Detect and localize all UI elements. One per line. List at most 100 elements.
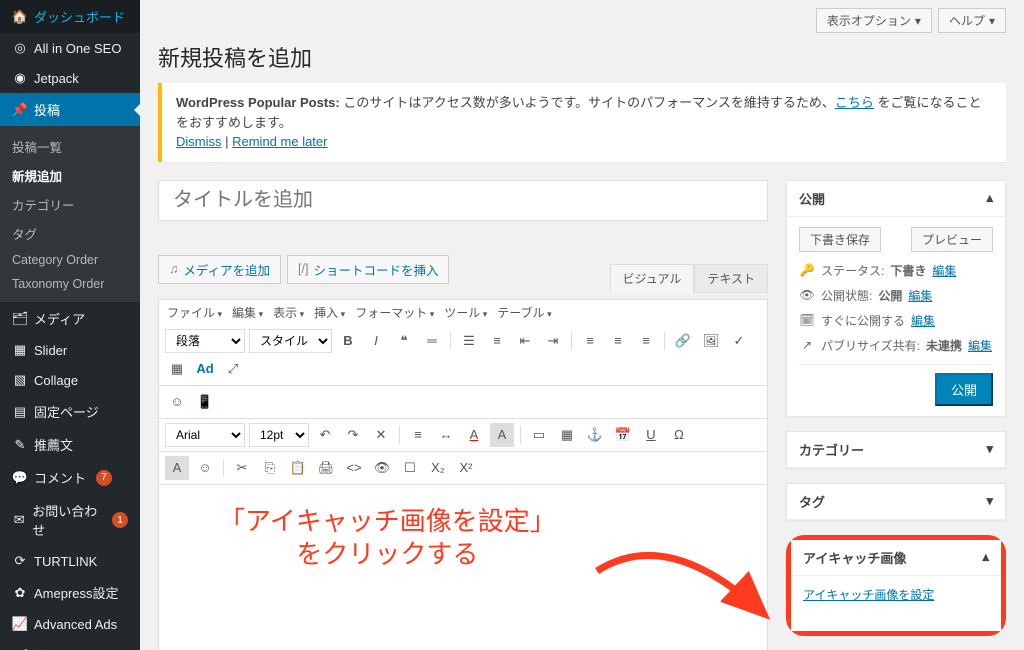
clear-icon[interactable]: ✕ xyxy=(369,423,393,447)
specialchar-icon[interactable]: Ω xyxy=(667,423,691,447)
publish-button[interactable]: 公開 xyxy=(935,373,993,406)
sidebar-item-12[interactable]: ✿Amepress設定 xyxy=(0,576,140,609)
fullscreen-icon[interactable]: ⤢ xyxy=(221,357,245,381)
sidebar-item-8[interactable]: ✎推薦文 xyxy=(0,428,140,461)
notice-dismiss[interactable]: Dismiss xyxy=(176,134,222,149)
undo-icon[interactable]: ↶ xyxy=(313,423,337,447)
edit-date-link[interactable]: 編集 xyxy=(911,312,935,329)
sidebar-sub-3[interactable]: タグ xyxy=(0,219,140,248)
underline-icon[interactable]: U xyxy=(639,423,663,447)
indent-icon[interactable]: ⇥ xyxy=(541,329,565,353)
featured-image-box-header[interactable]: アイキャッチ画像▴ xyxy=(791,540,1001,576)
menu-icon: ▤ xyxy=(12,404,28,420)
edit-visibility-link[interactable]: 編集 xyxy=(908,287,932,304)
menu-テーブル[interactable]: テーブル xyxy=(497,304,551,321)
editor-content[interactable]: 「アイキャッチ画像を設定」をクリックする xyxy=(158,485,768,650)
publish-box-header[interactable]: 公開▴ xyxy=(787,181,1005,217)
format-select[interactable]: 段落 xyxy=(165,329,245,353)
menu-表示[interactable]: 表示 xyxy=(273,304,304,321)
sidebar-item-3[interactable]: 📌投稿 xyxy=(0,93,140,126)
visibility-icon: 👁 xyxy=(799,287,815,303)
font-select[interactable]: Arial xyxy=(165,423,245,447)
textcolor-icon[interactable]: A xyxy=(462,423,486,447)
sidebar-item-6[interactable]: ▧Collage xyxy=(0,365,140,395)
hr-icon[interactable]: ═ xyxy=(420,329,444,353)
menu-フォーマット[interactable]: フォーマット xyxy=(355,304,434,321)
borders-icon[interactable]: ▦ xyxy=(555,423,579,447)
sidebar-item-13[interactable]: 📈Advanced Ads xyxy=(0,609,140,639)
sidebar-item-7[interactable]: ▤固定ページ xyxy=(0,395,140,428)
smiley2-icon[interactable]: ☺ xyxy=(193,456,217,480)
insert-shortcode-button[interactable]: [/]ショートコードを挿入 xyxy=(287,255,449,284)
lineheight-icon[interactable]: ≡ xyxy=(406,423,430,447)
notice-remind[interactable]: Remind me later xyxy=(232,134,327,149)
boxhighlight-icon[interactable]: A xyxy=(165,456,189,480)
sidebar-item-11[interactable]: ⟳TURTLINK xyxy=(0,546,140,576)
tag-box-header[interactable]: タグ▾ xyxy=(787,484,1005,520)
menu-ツール[interactable]: ツール xyxy=(444,304,487,321)
quote-icon[interactable]: ❝ xyxy=(392,329,416,353)
sidebar-sub-2[interactable]: カテゴリー xyxy=(0,190,140,219)
style-select[interactable]: スタイル xyxy=(249,329,332,353)
outdent-icon[interactable]: ⇤ xyxy=(513,329,537,353)
screen-options-button[interactable]: 表示オプション ▾ xyxy=(816,8,932,33)
edit-status-link[interactable]: 編集 xyxy=(932,262,956,279)
bgcolor-icon[interactable]: A xyxy=(490,423,514,447)
align-left-icon[interactable]: ≡ xyxy=(578,329,602,353)
tab-text[interactable]: テキスト xyxy=(694,264,768,293)
spellcheck-icon[interactable]: ✓ xyxy=(727,329,751,353)
align-right-icon[interactable]: ≡ xyxy=(634,329,658,353)
menu-編集[interactable]: 編集 xyxy=(232,304,263,321)
sub-icon[interactable]: X₂ xyxy=(426,456,450,480)
help-icon[interactable]: ☐ xyxy=(398,456,422,480)
image-icon[interactable]: 🖼 xyxy=(699,329,723,353)
table-icon[interactable]: ▦ xyxy=(165,357,189,381)
ul-icon[interactable]: ☰ xyxy=(457,329,481,353)
align-center-icon[interactable]: ≡ xyxy=(606,329,630,353)
add-media-button[interactable]: ♫メディアを追加 xyxy=(158,255,281,284)
absolute-icon[interactable]: ▭ xyxy=(527,423,551,447)
sidebar-item-5[interactable]: ▦Slider xyxy=(0,335,140,365)
sidebar-sub-1[interactable]: 新規追加 xyxy=(0,161,140,190)
date-icon[interactable]: 📅 xyxy=(611,423,635,447)
bold-icon[interactable]: B xyxy=(336,329,360,353)
size-select[interactable]: 12pt xyxy=(249,423,309,447)
italic-icon[interactable]: I xyxy=(364,329,388,353)
notice-link[interactable]: こちら xyxy=(835,95,874,110)
preview-button[interactable]: プレビュー xyxy=(911,227,993,252)
sidebar-item-1[interactable]: ◎All in One SEO xyxy=(0,33,140,63)
sidebar-item-10[interactable]: ✉お問い合わせ1 xyxy=(0,494,140,546)
sidebar-sub-4[interactable]: Category Order xyxy=(0,248,140,272)
letterspace-icon[interactable]: ↔ xyxy=(434,423,458,447)
sup-icon[interactable]: X² xyxy=(454,456,478,480)
sidebar-sub-5[interactable]: Taxonomy Order xyxy=(0,272,140,296)
sidebar-item-4[interactable]: 🗂メディア xyxy=(0,302,140,335)
menu-挿入[interactable]: 挿入 xyxy=(314,304,345,321)
post-title-input[interactable] xyxy=(158,180,768,221)
sidebar-item-9[interactable]: 💬コメント7 xyxy=(0,461,140,494)
code-icon[interactable]: <> xyxy=(342,456,366,480)
category-box-header[interactable]: カテゴリー▾ xyxy=(787,432,1005,468)
anchor-icon[interactable]: ⚓ xyxy=(583,423,607,447)
help-button[interactable]: ヘルプ ▾ xyxy=(938,8,1006,33)
set-featured-image-link[interactable]: アイキャッチ画像を設定 xyxy=(803,588,934,602)
sidebar-item-2[interactable]: ◉Jetpack xyxy=(0,63,140,93)
copy-icon[interactable]: ⎘ xyxy=(258,456,282,480)
edit-share-link[interactable]: 編集 xyxy=(968,337,992,354)
paste-icon[interactable]: 📋 xyxy=(286,456,310,480)
emoji-icon[interactable]: ☺ xyxy=(165,390,189,414)
print-icon[interactable]: 🖨 xyxy=(314,456,338,480)
link-icon[interactable]: 🔗 xyxy=(671,329,695,353)
menu-ファイル[interactable]: ファイル xyxy=(167,304,222,321)
sidebar-item-0[interactable]: 🏠ダッシュボード xyxy=(0,0,140,33)
redo-icon[interactable]: ↷ xyxy=(341,423,365,447)
sidebar-item-14[interactable]: 🖌外観 xyxy=(0,639,140,650)
save-draft-button[interactable]: 下書き保存 xyxy=(799,227,881,252)
cut-icon[interactable]: ✂ xyxy=(230,456,254,480)
tab-visual[interactable]: ビジュアル xyxy=(610,264,695,293)
sidebar-sub-0[interactable]: 投稿一覧 xyxy=(0,132,140,161)
ad-icon[interactable]: Ad xyxy=(193,357,217,381)
ol-icon[interactable]: ≡ xyxy=(485,329,509,353)
mobile-icon[interactable]: 📱 xyxy=(193,390,217,414)
preview-icon[interactable]: 👁 xyxy=(370,456,394,480)
